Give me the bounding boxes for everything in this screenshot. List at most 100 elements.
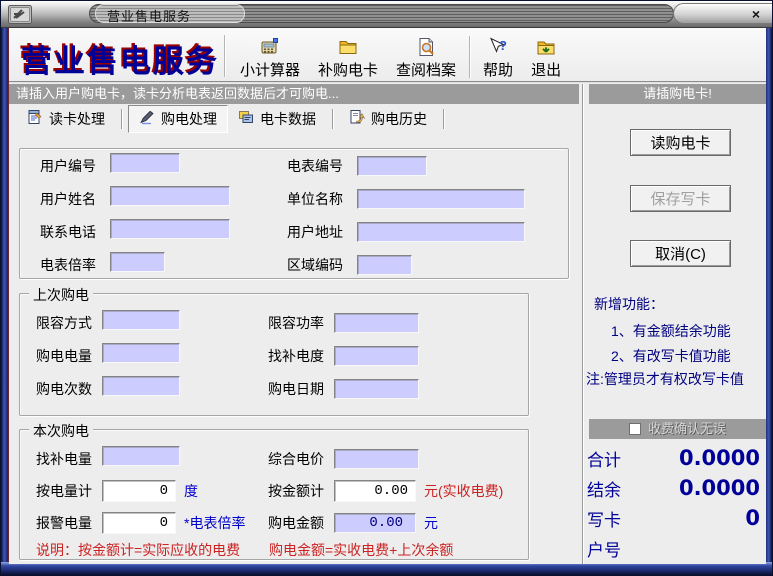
unit-label: 元(实收电费) bbox=[424, 481, 503, 501]
window-content: 营业售电服务 小计算器 补购电卡 bbox=[9, 28, 766, 564]
tab-purchase[interactable]: 购电处理 bbox=[128, 105, 228, 133]
adjust-degree-field bbox=[334, 346, 419, 366]
unit-label: *电表倍率 bbox=[184, 513, 245, 533]
read-card-button[interactable]: 读购电卡 bbox=[630, 129, 731, 156]
purchase-count-field bbox=[102, 376, 180, 396]
meter-ratio-field bbox=[110, 252, 165, 272]
unit-label: 度 bbox=[184, 481, 198, 501]
header-separator bbox=[224, 35, 225, 77]
field-label: 报警电量 bbox=[36, 513, 102, 533]
feature-item: 2、有改写卡值功能 bbox=[611, 346, 731, 366]
combined-price-field bbox=[334, 449, 419, 469]
field-label: 购电金额 bbox=[268, 513, 334, 533]
company-name-field bbox=[357, 189, 525, 209]
by-amount-input[interactable]: 0.00 bbox=[334, 480, 416, 502]
field-label: 用户地址 bbox=[287, 222, 357, 242]
write-pen-icon bbox=[139, 109, 155, 128]
phone-field bbox=[110, 219, 230, 239]
app-window: 营业售电服务 × 营业售电服务 小计算器 补购电卡 bbox=[0, 0, 773, 576]
note-by-amount: 说明：按金额计=实际应收的电费 bbox=[36, 540, 240, 560]
last-purchase-group: 上次购电 限容方式 限容功率 购电电量 找补电度 购电次数 购电日期 bbox=[19, 293, 529, 416]
toolbar-label: 查阅档案 bbox=[396, 59, 456, 80]
field-label: 按金额计 bbox=[268, 481, 334, 501]
field-label: 找补电度 bbox=[268, 346, 334, 366]
history-icon bbox=[349, 109, 365, 128]
svg-text:?: ? bbox=[499, 38, 507, 53]
current-purchase-group: 本次购电 找补电量 综合电价 按电量计 0 度 按金额计 0.00 元(实收电费… bbox=[19, 429, 529, 560]
toolbar-archive-button[interactable]: 查阅档案 bbox=[387, 36, 465, 80]
alarm-energy-input[interactable]: 0 bbox=[102, 512, 176, 534]
save-write-card-button[interactable]: 保存写卡 bbox=[630, 185, 731, 212]
confirm-label: 收费确认无误 bbox=[648, 419, 726, 439]
summary-row-account: 户号 bbox=[587, 536, 760, 560]
side-panel: 请插购电卡! 读购电卡 保存写卡 取消(C) 新增功能： 1、有金额结余功能 2… bbox=[585, 84, 766, 564]
toolbar-label: 退出 bbox=[531, 59, 561, 80]
region-code-field bbox=[357, 255, 412, 275]
field-label: 购电日期 bbox=[268, 379, 334, 399]
app-logo-icon bbox=[8, 5, 32, 29]
toolbar: 小计算器 补购电卡 查阅档案 ? bbox=[231, 32, 570, 80]
tab-label: 电卡数据 bbox=[260, 109, 316, 129]
toolbar-buy-card-button[interactable]: 补购电卡 bbox=[309, 36, 387, 80]
field-label: 单位名称 bbox=[287, 189, 357, 209]
features-title: 新增功能： bbox=[594, 294, 664, 314]
purchase-date-field bbox=[334, 379, 419, 399]
tab-read-card[interactable]: 读卡处理 bbox=[17, 106, 115, 132]
unit-label: 元 bbox=[424, 513, 438, 533]
titlebar[interactable]: 营业售电服务 × bbox=[1, 1, 773, 28]
field-label: 电表倍率 bbox=[40, 255, 110, 275]
toolbar-help-button[interactable]: ? 帮助 bbox=[474, 36, 522, 80]
field-label: 用户姓名 bbox=[40, 189, 110, 209]
toolbar-label: 帮助 bbox=[483, 59, 513, 80]
purchase-amount-field: 0.00 bbox=[334, 513, 416, 533]
confirm-checkbox[interactable] bbox=[629, 423, 641, 435]
toolbar-exit-button[interactable]: 退出 bbox=[522, 36, 570, 80]
toolbar-calculator-button[interactable]: 小计算器 bbox=[231, 36, 309, 80]
summary-value: 0.0000 bbox=[679, 476, 760, 500]
summary-row-balance: 结余 0.0000 bbox=[587, 476, 760, 500]
user-info-group: 用户编号 电表编号 用户姓名 单位名称 联系电话 用户地址 bbox=[19, 148, 569, 279]
tab-history[interactable]: 购电历史 bbox=[339, 106, 437, 132]
summary-label: 结余 bbox=[587, 476, 621, 501]
insert-card-prompt: 请插购电卡! bbox=[589, 84, 766, 104]
window-title: 营业售电服务 bbox=[107, 6, 191, 25]
tab-label: 读卡处理 bbox=[49, 109, 105, 129]
user-id-field bbox=[110, 153, 180, 173]
close-button[interactable]: × bbox=[752, 6, 760, 22]
tab-card-data[interactable]: 电卡数据 bbox=[228, 106, 326, 132]
meter-id-field bbox=[357, 156, 427, 176]
summary-label: 写卡 bbox=[587, 506, 621, 531]
summary-value: 0.0000 bbox=[679, 446, 760, 470]
limit-mode-field bbox=[102, 310, 180, 330]
field-label: 联系电话 bbox=[40, 222, 110, 242]
tab-label: 购电处理 bbox=[161, 109, 217, 129]
field-label: 限容功率 bbox=[268, 313, 334, 333]
exit-icon bbox=[536, 36, 556, 58]
field-label: 用户编号 bbox=[40, 156, 110, 176]
toolbar-separator bbox=[469, 36, 470, 78]
field-label: 按电量计 bbox=[36, 481, 102, 501]
features-note: 注:管理员才有权改写卡值 bbox=[586, 369, 744, 389]
user-name-field bbox=[110, 186, 230, 206]
calculator-icon bbox=[260, 36, 280, 58]
panel-divider bbox=[582, 84, 583, 564]
summary-row-write-card: 写卡 0 bbox=[587, 506, 760, 530]
field-label: 限容方式 bbox=[36, 313, 102, 333]
address-field bbox=[357, 222, 525, 242]
toolbar-label: 小计算器 bbox=[240, 59, 300, 80]
field-label: 综合电价 bbox=[268, 449, 334, 469]
field-label: 找补电量 bbox=[36, 449, 102, 469]
feature-item: 1、有金额结余功能 bbox=[611, 321, 731, 341]
tab-separator bbox=[332, 109, 333, 129]
tab-separator bbox=[121, 109, 122, 129]
tab-label: 购电历史 bbox=[371, 109, 427, 129]
summary-row-total: 合计 0.0000 bbox=[587, 446, 760, 470]
help-icon: ? bbox=[488, 36, 508, 58]
header: 营业售电服务 小计算器 补购电卡 bbox=[9, 28, 766, 83]
confirm-bar: 收费确认无误 bbox=[589, 419, 766, 439]
tab-separator bbox=[443, 109, 444, 129]
cancel-button[interactable]: 取消(C) bbox=[630, 240, 731, 267]
adjust-energy-field bbox=[102, 446, 180, 466]
field-label: 区域编码 bbox=[287, 255, 357, 275]
by-energy-input[interactable]: 0 bbox=[102, 480, 176, 502]
